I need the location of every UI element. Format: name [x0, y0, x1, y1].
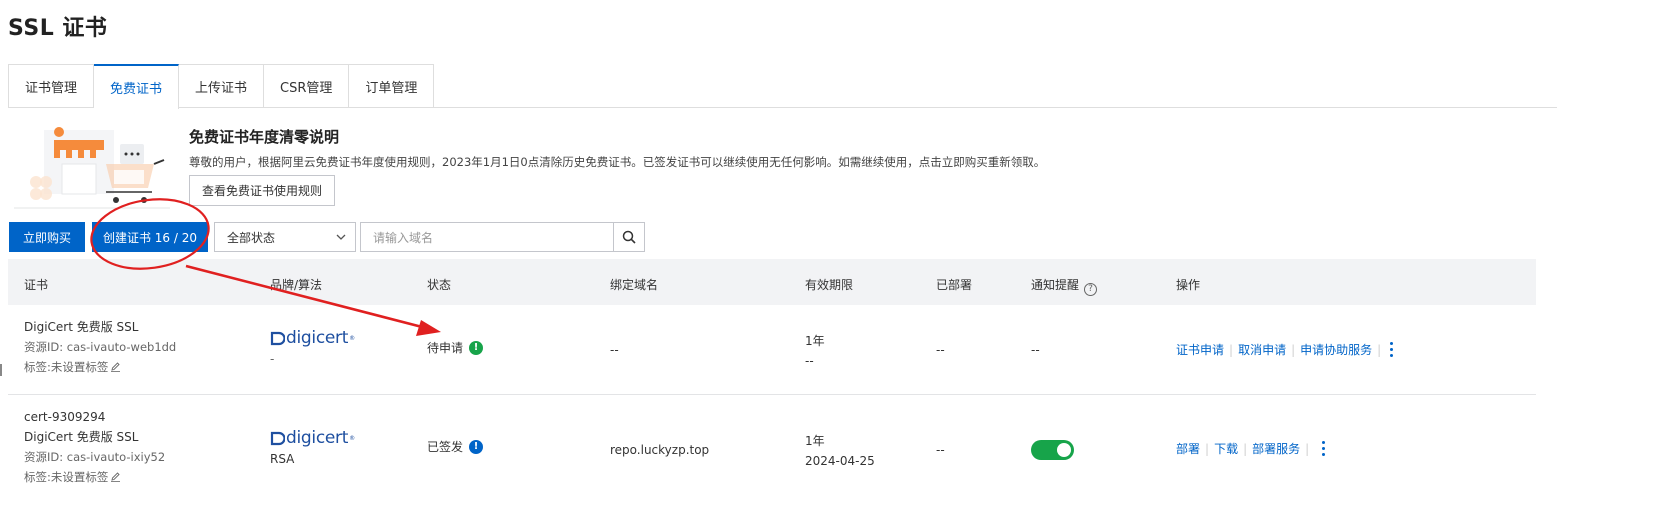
status-pending: 待申请 ! — [427, 339, 484, 356]
chevron-down-icon — [336, 234, 346, 240]
status-text: 待申请 — [427, 341, 464, 355]
resource-id: 资源ID: cas-ivauto-web1dd — [24, 340, 177, 354]
cert-name: DigiCert 免费版 SSL — [24, 430, 139, 444]
shopping-cart-illustration — [14, 120, 170, 212]
action-separator: | — [1305, 442, 1310, 456]
deployed-status: -- — [936, 343, 945, 357]
view-rules-button[interactable]: 查看免费证书使用规则 — [189, 175, 335, 206]
more-options-icon[interactable] — [1388, 342, 1394, 358]
page-title: SSL 证书 — [8, 16, 108, 41]
assist-service-link[interactable]: 申请协助服务 — [1300, 343, 1372, 357]
column-header-domain: 绑定域名 — [610, 278, 659, 292]
domain-search-input[interactable]: 请输入域名 — [360, 222, 614, 252]
validity-period: 1年 — [805, 434, 825, 448]
search-button[interactable] — [613, 222, 645, 252]
column-header-status: 状态 — [427, 278, 452, 292]
row-actions: 证书申请 | 取消申请 | 申请协助服务 | — [1176, 340, 1386, 360]
action-separator: | — [1205, 442, 1210, 456]
deploy-service-link[interactable]: 部署服务 — [1252, 442, 1300, 456]
column-header-actions: 操作 — [1176, 278, 1201, 292]
notice-title: 免费证书年度清零说明 — [189, 128, 340, 146]
action-separator: | — [1291, 343, 1296, 357]
column-header-validity: 有效期限 — [805, 278, 854, 292]
table-header — [8, 259, 1536, 305]
brand-name: digicert — [286, 428, 349, 448]
apply-cert-link[interactable]: 证书申请 — [1176, 343, 1224, 357]
column-header-brand: 品牌/算法 — [270, 278, 323, 292]
resource-id: 资源ID: cas-ivauto-ixiy52 — [24, 450, 166, 464]
tab-order-management[interactable]: 订单管理 — [349, 64, 435, 108]
expiry-date: 2024-04-25 — [805, 454, 875, 468]
bound-domain: -- — [610, 343, 619, 357]
action-separator: | — [1243, 442, 1248, 456]
tag-label[interactable]: 标签:未设置标签 — [24, 357, 176, 377]
column-header-deployed: 已部署 — [936, 278, 973, 292]
tab-free-cert[interactable]: 免费证书 — [94, 64, 180, 109]
column-header-cert: 证书 — [24, 278, 49, 292]
digicert-logo: digicert ® — [270, 428, 355, 448]
search-icon — [622, 230, 636, 244]
status-text: 已签发 — [427, 440, 464, 454]
help-icon[interactable]: ? — [1084, 283, 1098, 296]
more-options-icon[interactable] — [1320, 441, 1326, 457]
algorithm: RSA — [270, 452, 295, 466]
notice-text: 尊敬的用户，根据阿里云免费证书年度使用规则，2023年1月1日0点清除历史免费证… — [189, 155, 1046, 169]
toggle-knob — [1057, 443, 1071, 457]
expiry-date: -- — [805, 354, 814, 368]
row-divider — [8, 394, 1536, 395]
action-separator: | — [1377, 343, 1382, 357]
validity-period: 1年 — [805, 334, 825, 348]
status-issued: 已签发 ! — [427, 438, 484, 455]
cert-name: DigiCert 免费版 SSL — [24, 320, 139, 334]
bound-domain: repo.luckyzp.top — [610, 443, 710, 457]
action-separator: | — [1229, 343, 1234, 357]
edit-icon[interactable] — [110, 471, 121, 482]
registered-mark: ® — [349, 434, 355, 442]
digicert-mark-icon — [270, 431, 285, 445]
scrollbar-marker — [0, 364, 2, 376]
cancel-apply-link[interactable]: 取消申请 — [1238, 343, 1286, 357]
info-icon[interactable]: ! — [469, 340, 484, 355]
digicert-mark-icon — [270, 331, 285, 345]
tab-cert-management[interactable]: 证书管理 — [8, 64, 95, 108]
table-row: cert-9309294 DigiCert 免费版 SSL 资源ID: cas-… — [24, 407, 165, 487]
create-cert-button[interactable]: 创建证书 16 / 20 — [92, 222, 208, 252]
notify-status: -- — [1031, 343, 1040, 357]
registered-mark: ® — [349, 334, 355, 342]
tag-text: 标签:未设置标签 — [24, 360, 109, 374]
brand-name: digicert — [286, 328, 349, 348]
notify-header-label: 通知提醒 — [1031, 278, 1080, 292]
row-actions: 部署 | 下载 | 部署服务 | — [1176, 439, 1314, 459]
tab-csr-management[interactable]: CSR管理 — [264, 64, 350, 108]
tag-text: 标签:未设置标签 — [24, 470, 109, 484]
info-icon[interactable]: ! — [469, 439, 484, 454]
tab-upload-cert[interactable]: 上传证书 — [179, 64, 265, 108]
cert-id: cert-9309294 — [24, 410, 106, 424]
algorithm: - — [270, 352, 275, 366]
table-row: DigiCert 免费版 SSL 资源ID: cas-ivauto-web1dd… — [24, 317, 176, 377]
status-select[interactable]: 全部状态 — [214, 222, 356, 252]
edit-icon[interactable] — [110, 361, 121, 372]
column-header-notify: 通知提醒? — [1031, 276, 1098, 296]
tag-label[interactable]: 标签:未设置标签 — [24, 467, 165, 487]
validity: 1年 2024-04-25 — [805, 431, 875, 471]
digicert-logo: digicert ® — [270, 328, 355, 348]
buy-now-button[interactable]: 立即购买 — [9, 222, 85, 252]
validity: 1年 -- — [805, 331, 825, 371]
tab-bar: 证书管理 免费证书 上传证书 CSR管理 订单管理 — [8, 64, 435, 109]
download-link[interactable]: 下载 — [1214, 442, 1238, 456]
annotation-arrow-head — [416, 320, 441, 336]
tab-divider — [8, 107, 1557, 108]
deploy-link[interactable]: 部署 — [1176, 442, 1200, 456]
notify-toggle[interactable] — [1031, 440, 1074, 460]
deployed-status: -- — [936, 443, 945, 457]
status-select-value: 全部状态 — [227, 230, 276, 245]
